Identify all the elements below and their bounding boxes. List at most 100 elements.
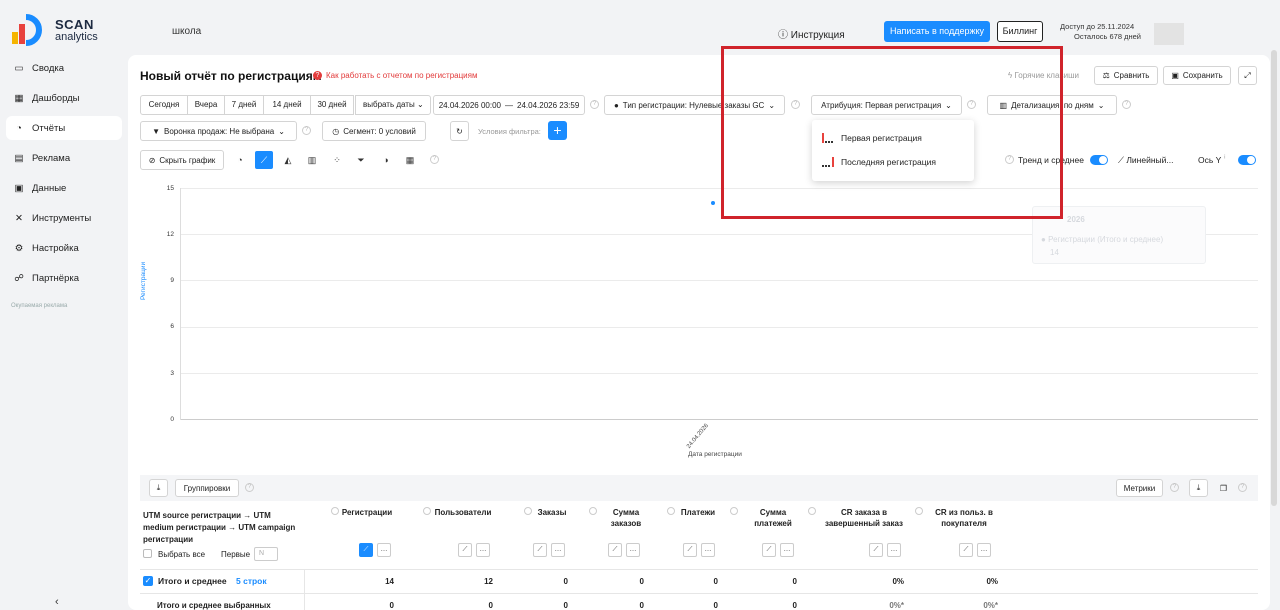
bar-chart-icon[interactable]: ▥ [303, 151, 321, 169]
column-header[interactable]: Регистрации [338, 507, 396, 518]
linear-select[interactable]: ⟋ Линейный... [1118, 155, 1173, 166]
download-button[interactable]: ⤓ [149, 479, 168, 497]
logo-text-main: SCAN [55, 17, 94, 32]
funnel-icon: ▼ [152, 126, 160, 136]
rows-count[interactable]: 5 строк [236, 576, 267, 586]
scatter-chart-icon[interactable]: ⁘ [328, 151, 346, 169]
sidebar-item-settings[interactable]: ⚙ Настройка [6, 236, 122, 260]
billing-button[interactable]: Биллинг [997, 21, 1043, 42]
info-icon[interactable]: ⁱ [1224, 153, 1226, 164]
help-icon[interactable]: ? [1238, 483, 1247, 492]
metrics-button[interactable]: Метрики [1116, 479, 1163, 497]
segment-button[interactable]: ◷ Сегмент: 0 условий [322, 121, 426, 141]
help-icon[interactable] [915, 507, 923, 515]
pick-dates-button[interactable]: выбрать даты ⌄ [355, 95, 431, 115]
fullscreen-button[interactable]: ⤢ [1238, 66, 1257, 85]
gauge-chart-icon[interactable]: ◑ [377, 151, 395, 169]
column-header[interactable]: Сумма платежей [751, 507, 795, 529]
column-chart-toggle[interactable]: ⟋ [359, 543, 373, 557]
logo[interactable]: SCAN analytics [10, 14, 120, 48]
sidebar-item-data[interactable]: ▣ Данные [6, 176, 122, 200]
column-more-button[interactable]: … [626, 543, 640, 557]
column-more-button[interactable]: … [476, 543, 490, 557]
copy-button[interactable]: ❐ [1214, 479, 1233, 497]
pie-chart-icon[interactable]: ◔ [231, 151, 249, 169]
sidebar-item-tools[interactable]: ✕ Инструменты [6, 206, 122, 230]
help-icon[interactable]: ? [245, 483, 254, 492]
total-cell: 0% [986, 577, 998, 586]
period-7-days[interactable]: 7 дней [224, 95, 264, 115]
column-more-button[interactable]: … [977, 543, 991, 557]
column-chart-toggle[interactable]: ⟋ [869, 543, 883, 557]
support-button[interactable]: Написать в поддержку [884, 21, 990, 42]
column-more-button[interactable]: … [551, 543, 565, 557]
x-axis-line [181, 419, 1258, 420]
question-icon: ? [313, 71, 322, 80]
column-header[interactable]: CR из польз. в покупателя [930, 507, 998, 529]
column-header[interactable]: Заказы [534, 507, 570, 518]
totals-checkbox[interactable]: ✓ [143, 576, 153, 586]
help-icon[interactable] [667, 507, 675, 515]
period-today[interactable]: Сегодня [140, 95, 188, 115]
period-30-days[interactable]: 30 дней [310, 95, 354, 115]
table-chart-icon[interactable]: ▦ [401, 151, 419, 169]
column-more-button[interactable]: … [377, 543, 391, 557]
refresh-button[interactable]: ↻ [450, 121, 469, 141]
column-chart-toggle[interactable]: ⟋ [959, 543, 973, 557]
period-14-days[interactable]: 14 дней [263, 95, 311, 115]
select-all-checkbox[interactable] [143, 549, 152, 558]
add-filter-button[interactable]: + [548, 121, 567, 140]
column-chart-toggle[interactable]: ⟋ [458, 543, 472, 557]
date-range-picker[interactable]: 24.04.2026 00:00 — 24.04.2026 23:59 [433, 95, 585, 115]
sidebar-item-partner[interactable]: ☍ Партнёрка [6, 266, 122, 290]
y-axis-title: Регистрации [140, 261, 147, 300]
avatar[interactable] [1154, 23, 1184, 45]
trend-toggle[interactable] [1090, 155, 1108, 165]
instruction-link[interactable]: ⓘ Инструкция [778, 26, 845, 41]
compare-button[interactable]: ⚖ Сравнить [1094, 66, 1158, 85]
sidebar-item-dashboards[interactable]: ▦ Дашборды [6, 86, 122, 110]
column-header[interactable]: Платежи [677, 507, 719, 518]
period-yesterday[interactable]: Вчера [187, 95, 225, 115]
help-icon[interactable] [589, 507, 597, 515]
column-chart-toggle[interactable]: ⟋ [762, 543, 776, 557]
sidebar: ▭ Сводка ▦ Дашборды ◔ Отчёты ▤ Реклама ▣ Данн… [0, 55, 125, 610]
sidebar-item-reports[interactable]: ◔ Отчёты [6, 116, 122, 140]
project-name[interactable]: школа [172, 26, 201, 37]
help-icon[interactable] [808, 507, 816, 515]
help-icon[interactable] [423, 507, 431, 515]
column-chart-toggle[interactable]: ⟋ [608, 543, 622, 557]
scrollbar[interactable] [1271, 50, 1277, 506]
funnel-select[interactable]: ▼ Воронка продаж: Не выбрана ⌄ [140, 121, 297, 141]
area-chart-icon[interactable]: ◭ [279, 151, 297, 169]
copy-icon: ❐ [1219, 483, 1228, 493]
help-icon[interactable] [524, 507, 532, 515]
column-more-button[interactable]: … [887, 543, 901, 557]
instruction-label: Инструкция [790, 30, 845, 41]
first-n-input[interactable]: N [254, 547, 278, 561]
help-icon[interactable]: ? [430, 155, 439, 164]
funnel-chart-icon[interactable]: ⏷ [352, 151, 370, 169]
howto-link[interactable]: ? Как работать с отчетом по регистрациям [313, 71, 477, 80]
save-button[interactable]: ▣ Сохранить [1163, 66, 1231, 85]
help-icon[interactable]: ? [302, 126, 311, 135]
column-more-button[interactable]: … [701, 543, 715, 557]
column-chart-toggle[interactable]: ⟋ [533, 543, 547, 557]
sidebar-item-summary[interactable]: ▭ Сводка [6, 56, 122, 80]
column-header[interactable]: Пользователи [431, 507, 495, 518]
help-icon[interactable]: ? [590, 100, 599, 109]
y-axis-toggle[interactable] [1238, 155, 1256, 165]
sidebar-item-ads[interactable]: ▤ Реклама [6, 146, 122, 170]
help-icon[interactable] [730, 507, 738, 515]
export-button[interactable]: ⤓ [1189, 479, 1208, 497]
help-icon[interactable]: ? [1122, 100, 1131, 109]
collapse-sidebar-icon[interactable]: ‹ [55, 596, 59, 608]
line-chart-icon[interactable]: ⟋ [255, 151, 273, 169]
column-more-button[interactable]: … [780, 543, 794, 557]
column-chart-toggle[interactable]: ⟋ [683, 543, 697, 557]
groupings-button[interactable]: Группировки [175, 479, 239, 497]
help-icon[interactable]: ? [1170, 483, 1179, 492]
column-header[interactable]: CR заказа в завершенный заказ [822, 507, 906, 529]
column-header[interactable]: Сумма заказов [604, 507, 648, 529]
hide-chart-button[interactable]: ⊘ Скрыть график [140, 150, 224, 170]
